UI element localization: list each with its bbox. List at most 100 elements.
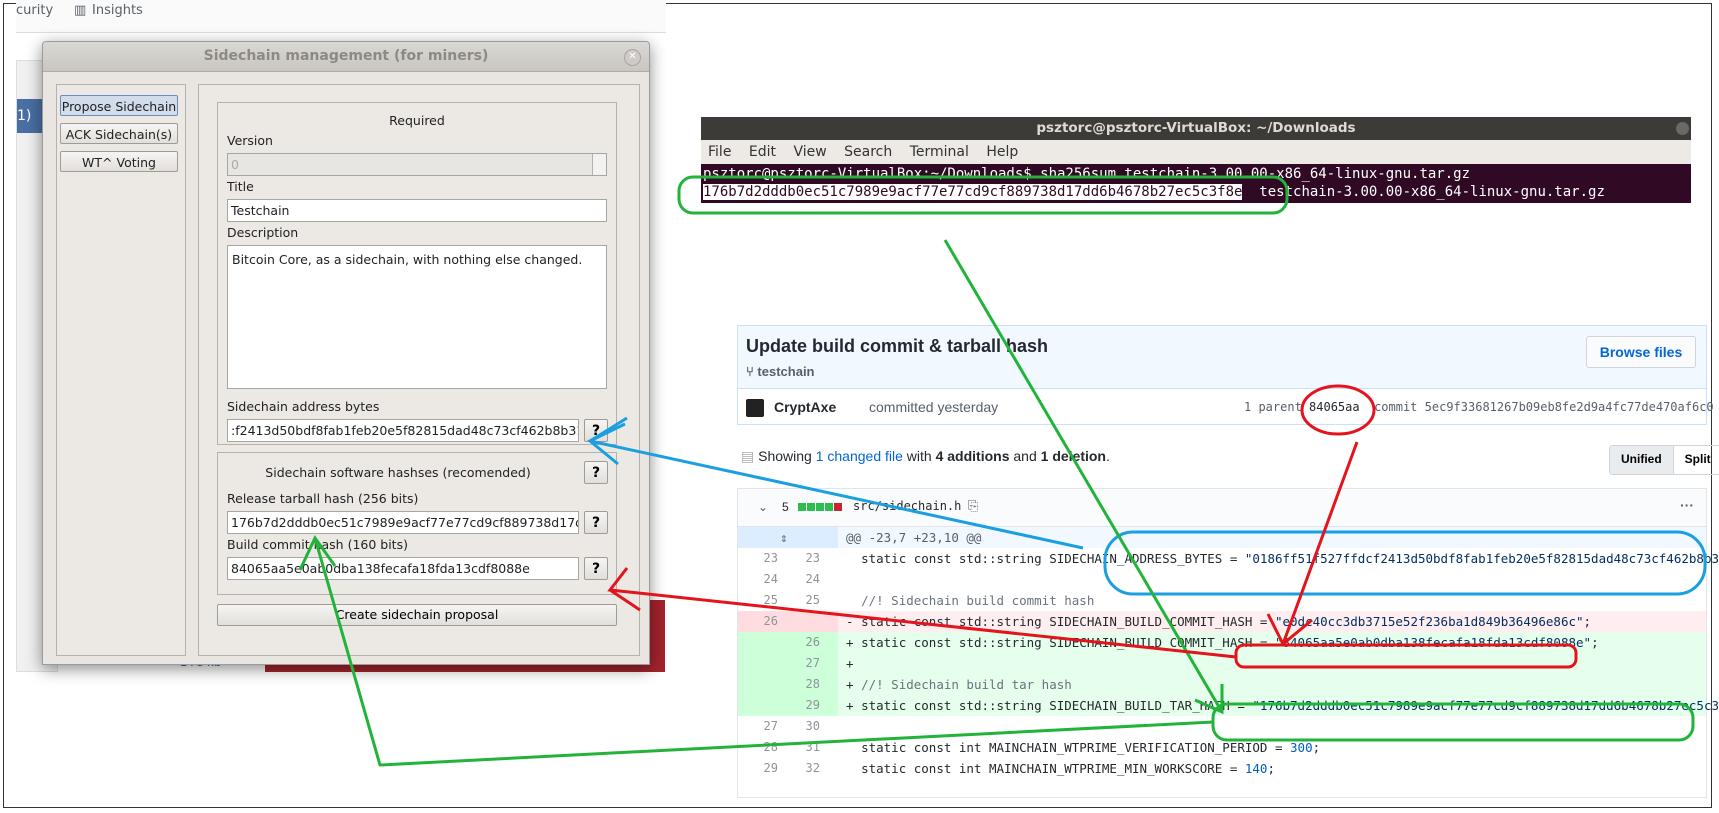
diff-sign: + [846, 656, 854, 671]
line-code: + //! Sidechain build tar hash [846, 674, 1072, 695]
close-icon[interactable]: ✕ [624, 49, 641, 66]
new-line-number[interactable]: 32 [780, 758, 820, 779]
address-bytes-field[interactable]: :f2413d50bdf8fab1feb20e5f82815dad48c73cf… [227, 419, 579, 442]
line-code: static const int MAINCHAIN_WTPRIME_VERIF… [846, 737, 1320, 758]
more-options-icon[interactable]: ··· [1680, 497, 1694, 513]
menu-view[interactable]: View [793, 144, 826, 160]
new-line-number[interactable]: 28 [780, 674, 820, 695]
background-tabs: curity ▥ Insights [16, 0, 666, 33]
old-line-number[interactable]: 28 [738, 737, 778, 758]
code-text: static const int MAINCHAIN_WTPRIME_MIN_W… [861, 761, 1245, 776]
file-diff-icon: ▤ [741, 448, 759, 464]
version-label: Version [227, 133, 273, 148]
menu-search[interactable]: Search [844, 144, 892, 160]
avatar[interactable] [746, 399, 764, 417]
wt-voting-button[interactable]: WT^ Voting [60, 151, 178, 172]
clipboard-icon[interactable]: ⎘ [968, 498, 978, 514]
hashes-help-button[interactable]: ? [584, 461, 608, 484]
line-code: + static const std::string SIDECHAIN_BUI… [846, 632, 1599, 653]
tarball-hash-field[interactable]: 176b7d2dddb0ec51c7989e9acf77e77cd9cf8897… [227, 511, 579, 534]
terminal-output[interactable]: psztorc@psztorc-VirtualBox:~/Downloads$ … [701, 164, 1691, 201]
menu-help[interactable]: Help [986, 144, 1018, 160]
code-string: "176b7d2dddb0ec51c7989e9acf77e77cd9cf889… [1252, 698, 1719, 713]
commit-hash-field[interactable]: 84065aa5e0ab0dba138fecafa18fda13cdf8088e [227, 557, 579, 580]
github-commit-view: Update build commit & tarball hash ⑂ tes… [737, 325, 1719, 798]
new-line-number[interactable]: 27 [780, 653, 820, 674]
code-terminator: ; [1583, 614, 1592, 629]
diff-sign: - [846, 614, 854, 629]
terminal-hash-filename: testchain-3.00.00-x86_64-linux-gnu.tar.g… [1242, 184, 1605, 200]
create-sidechain-proposal-button[interactable]: Create sidechain proposal [217, 604, 617, 626]
old-line-number[interactable]: 24 [738, 569, 778, 590]
new-line-number[interactable]: 30 [780, 716, 820, 737]
insights-icon: ▥ [74, 3, 87, 18]
diff-line: 27 + [738, 653, 1706, 674]
propose-sidechain-button[interactable]: Propose Sidechain [60, 95, 178, 116]
new-line-number[interactable]: 24 [780, 569, 820, 590]
spin-arrows-icon[interactable] [592, 154, 606, 175]
diff-sign [846, 740, 854, 755]
new-line-number[interactable]: 29 [780, 695, 820, 716]
commit-author[interactable]: CryptAxe [774, 399, 836, 415]
commit-hash-label: Build commit hash (160 bits) [227, 537, 408, 552]
chevron-down-icon[interactable]: ⌄ [758, 500, 768, 514]
diff-line: 26 - static const std::string SIDECHAIN_B… [738, 611, 1706, 632]
diff-line: 28 + //! Sidechain build tar hash [738, 674, 1706, 695]
line-code: - static const std::string SIDECHAIN_BUI… [846, 611, 1591, 632]
description-field[interactable]: Bitcoin Core, as a sidechain, with nothi… [227, 245, 607, 389]
old-line-number[interactable]: 26 [738, 611, 778, 632]
new-line-number[interactable]: 26 [780, 632, 820, 653]
menu-file[interactable]: File [708, 144, 731, 160]
old-line-number[interactable]: 23 [738, 548, 778, 569]
version-spinbox[interactable]: 0 [227, 153, 607, 176]
old-line-number[interactable]: 27 [738, 716, 778, 737]
browse-files-button[interactable]: Browse files [1586, 336, 1696, 368]
tab-security[interactable]: curity [16, 3, 53, 18]
code-string: "0186ff51f527ffdcf2413d50bdf8fab1feb20e5… [1244, 551, 1719, 566]
split-view-button[interactable]: Split [1674, 446, 1719, 474]
tab-insights[interactable]: Insights [92, 3, 143, 18]
code-text: static const std::string SIDECHAIN_BUILD… [861, 614, 1275, 629]
tarball-hash-label: Release tarball hash (256 bits) [227, 491, 419, 506]
proposal-form: Required Version 0 Title Testchain Descr… [198, 84, 640, 656]
terminal-window: psztorc@psztorc-VirtualBox: ~/Downloads … [701, 117, 1691, 203]
expand-icon[interactable] [738, 527, 838, 548]
address-help-button[interactable]: ? [584, 419, 608, 442]
diff-line: 27 30 [738, 716, 1706, 737]
code-text: static const int MAINCHAIN_WTPRIME_VERIF… [861, 740, 1291, 755]
line-code: + [846, 653, 861, 674]
diff-line: 29 + static const std::string SIDECHAIN_B… [738, 695, 1719, 716]
code-number: 140 [1244, 761, 1268, 776]
changed-files-link[interactable]: 1 changed file [816, 448, 903, 464]
menu-terminal[interactable]: Terminal [910, 144, 969, 160]
file-name[interactable]: src/sidechain.h [853, 499, 961, 513]
code-comment: //! Sidechain build commit hash [861, 593, 1095, 608]
parent-hash-link[interactable]: 84065aa [1309, 400, 1360, 414]
diff-line: 23 23 static const std::string SIDECHAIN_… [738, 548, 1719, 569]
commit-help-button[interactable]: ? [584, 557, 608, 580]
dialog-sidebar: Propose Sidechain ACK Sidechain(s) WT^ V… [56, 84, 186, 656]
diff-line: 25 25 //! Sidechain build commit hash [738, 590, 1706, 611]
new-line-number[interactable]: 25 [780, 590, 820, 611]
ack-sidechains-button[interactable]: ACK Sidechain(s) [60, 123, 178, 144]
address-bytes-label: Sidechain address bytes [227, 399, 380, 414]
file-change-count: 5 [782, 500, 789, 514]
code-text: static const std::string SIDECHAIN_BUILD… [861, 635, 1275, 650]
commit-time: committed yesterday [869, 399, 999, 415]
new-line-number[interactable]: 31 [780, 737, 820, 758]
old-line-number[interactable]: 25 [738, 590, 778, 611]
line-code: static const std::string SIDECHAIN_ADDRE… [846, 548, 1719, 569]
title-field[interactable]: Testchain [227, 199, 607, 222]
old-line-number[interactable]: 29 [738, 758, 778, 779]
code-text: static const std::string SIDECHAIN_ADDRE… [861, 551, 1245, 566]
tarball-help-button[interactable]: ? [584, 511, 608, 534]
commit-header: Update build commit & tarball hash ⑂ tes… [737, 325, 1707, 389]
code-string: "e0dc40cc3db3715e52f236ba1d849b36496e86c… [1274, 614, 1584, 629]
terminal-hash-highlight: 176b7d2dddb0ec51c7989e9acf77e77cd9cf8897… [703, 184, 1243, 200]
unified-view-button[interactable]: Unified [1610, 446, 1674, 474]
terminal-close-icon[interactable] [1676, 122, 1689, 135]
new-line-number[interactable]: 23 [780, 548, 820, 569]
line-code: //! Sidechain build commit hash [846, 590, 1094, 611]
diff-sign [846, 551, 854, 566]
menu-edit[interactable]: Edit [749, 144, 776, 160]
